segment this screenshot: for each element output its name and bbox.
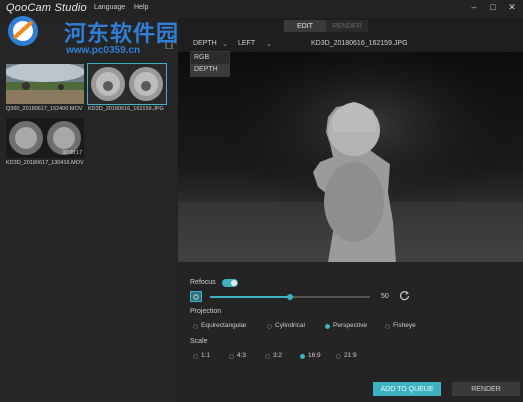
option-fisheye[interactable]: Fisheye <box>393 322 416 329</box>
watermark-title: 河东软件园 <box>64 21 180 47</box>
media-library: Q360_20180617_152400.MOV KD3D_20180616_1… <box>0 18 178 402</box>
scale-label: Scale <box>190 338 208 345</box>
add-to-queue-button[interactable]: ADD TO QUEUE <box>373 382 441 396</box>
watermark-logo <box>8 16 38 46</box>
tab-render[interactable]: RENDER <box>326 20 368 32</box>
view-mode-select[interactable]: DEPTH <box>193 40 217 47</box>
radio-scale-21-9[interactable] <box>336 354 341 359</box>
radio-scale-1-1[interactable] <box>193 354 198 359</box>
projection-label: Projection <box>190 308 222 315</box>
current-filename: KD3D_20180616_162159.JPG <box>311 40 408 47</box>
menu-item-depth[interactable]: DEPTH <box>191 64 229 76</box>
view-mode-menu: RGB DEPTH <box>190 51 230 77</box>
option-equirectangular[interactable]: Equirectangular <box>201 322 247 329</box>
refocus-label: Refocus <box>190 279 216 286</box>
close-icon[interactable]: ✕ <box>506 2 518 13</box>
duration-badge: 00:00:17 <box>62 150 82 156</box>
radio-equirectangular[interactable] <box>193 324 198 329</box>
media-caption: KD3D_20180617_130416.MOV <box>6 160 84 166</box>
refocus-slider[interactable] <box>210 294 370 300</box>
reset-icon[interactable] <box>399 290 410 301</box>
menu-item-rgb[interactable]: RGB <box>191 52 229 64</box>
radio-fisheye[interactable] <box>385 324 390 329</box>
option-cylindrical[interactable]: Cylindrical <box>275 322 305 329</box>
radio-scale-16-9[interactable] <box>300 354 305 359</box>
option-perspective[interactable]: Perspective <box>333 322 367 329</box>
chevron-down-icon[interactable]: ⌄ <box>266 40 272 48</box>
tab-edit[interactable]: EDIT <box>284 20 326 32</box>
radio-perspective[interactable] <box>325 324 330 329</box>
slider-handle[interactable] <box>287 294 293 300</box>
chevron-down-icon[interactable]: ⌄ <box>222 40 228 48</box>
option-scale-1-1[interactable]: 1:1 <box>201 352 210 359</box>
focus-target-button[interactable] <box>190 291 202 302</box>
menu-language[interactable]: Language <box>94 4 125 11</box>
option-scale-16-9[interactable]: 16:9 <box>308 352 321 359</box>
radio-scale-4-3[interactable] <box>229 354 234 359</box>
media-caption: KD3D_20180616_162159.JPG <box>88 106 164 112</box>
option-scale-4-3[interactable]: 4:3 <box>237 352 246 359</box>
option-scale-21-9[interactable]: 21:9 <box>344 352 357 359</box>
render-button[interactable]: RENDER <box>452 382 520 396</box>
media-caption: Q360_20180617_152400.MOV <box>6 106 83 112</box>
thumbnail-image <box>6 64 84 104</box>
slider-fill <box>210 296 290 298</box>
menu-help[interactable]: Help <box>134 4 148 11</box>
radio-scale-3-2[interactable] <box>265 354 270 359</box>
option-scale-3-2[interactable]: 3:2 <box>273 352 282 359</box>
watermark-url: www.pc0359.cn <box>66 45 141 56</box>
thumbnail-image <box>87 63 167 105</box>
thumbnail-image: 00:00:17 <box>6 118 84 158</box>
minimize-icon[interactable]: – <box>468 2 480 12</box>
refocus-value: 50 <box>381 293 389 300</box>
radio-cylindrical[interactable] <box>267 324 272 329</box>
target-icon <box>193 293 199 300</box>
toggle-knob <box>231 280 237 286</box>
image-viewport[interactable] <box>178 52 523 262</box>
maximize-icon[interactable]: □ <box>487 2 499 12</box>
refocus-toggle[interactable] <box>222 279 238 287</box>
eye-select[interactable]: LEFT <box>238 40 255 47</box>
